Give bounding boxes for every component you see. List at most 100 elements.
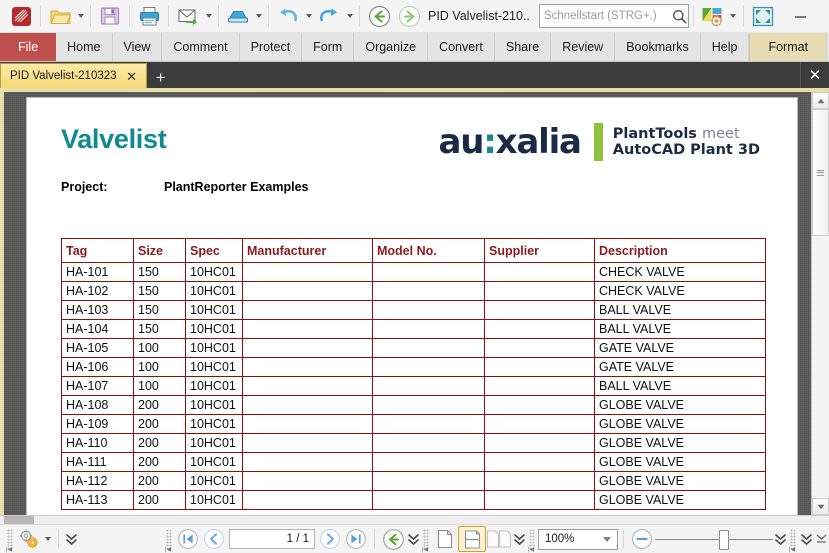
cell-supplier [484,319,595,339]
new-tab-button[interactable]: + [150,66,172,88]
scroll-down-button[interactable] [812,498,829,515]
status-bar: 1 / 1 [0,524,829,553]
single-page-view-button[interactable] [432,526,458,552]
next-page-button[interactable] [317,526,343,552]
search-icon[interactable] [670,9,688,24]
viewmode-drag-handle[interactable] [422,529,429,553]
back-view-button[interactable] [380,526,406,552]
toolbar-separator [129,5,130,27]
toolbar-separator [742,5,744,27]
cell-tag: HA-113 [61,490,134,510]
project-row: Project: PlantReporter Examples [61,180,764,194]
cell-manufacturer [242,490,373,510]
scroll-up-button[interactable] [812,92,829,109]
table-row: HA-113 200 10HC01 GLOBE VALVE [61,490,766,510]
ribbon-tab-file[interactable]: File [0,33,57,61]
logo-tagline: PlantTools meet AutoCAD Plant 3D [613,126,760,158]
back-button[interactable] [364,2,394,30]
app-settings-dropdown[interactable] [728,2,739,30]
cell-spec: 10HC01 [185,433,243,453]
forward-button[interactable] [394,2,424,30]
redo-button[interactable] [314,2,344,30]
print-button[interactable] [134,2,164,30]
cell-model-no [372,319,485,339]
zoom-drag-handle[interactable] [528,529,535,553]
statusbar-end-drag-handle[interactable] [789,529,796,553]
horizontal-scrollbar-thumb[interactable] [4,516,34,524]
zoom-dropdown-caret-icon[interactable] [603,537,611,542]
ribbon-tab-review[interactable]: Review [551,33,616,61]
column-header-spec: Spec [185,238,243,263]
scrollbar-thumb[interactable] [812,109,829,236]
email-button[interactable] [173,2,203,30]
facing-pages-view-button[interactable] [486,526,512,552]
undo-button[interactable] [273,2,303,30]
view-history-expand-icon[interactable] [406,532,420,546]
cell-spec: 10HC01 [185,452,243,472]
open-file-button[interactable] [45,2,75,30]
fullscreen-button[interactable] [748,2,778,30]
cell-supplier [484,281,595,301]
table-row: HA-107 100 10HC01 BALL VALVE [61,376,766,396]
zoom-out-button[interactable] [629,526,655,552]
viewmode-expand-icon[interactable] [512,532,526,546]
first-page-button[interactable] [175,526,201,552]
zoom-slider-track[interactable] [655,529,773,550]
table-row: HA-109 200 10HC01 GLOBE VALVE [61,414,766,434]
ribbon-tab-share[interactable]: Share [495,33,552,61]
scan-button[interactable] [223,2,253,30]
tagline-autocad: AutoCAD Plant 3D [612,142,760,158]
viewer-canvas[interactable]: Valvelist au:xalia PlantTools meet AutoC… [4,92,811,515]
zoom-slider[interactable] [655,529,773,550]
document-tab[interactable]: PID Valvelist-210323 ✕ [0,63,147,88]
scrollbar-track[interactable] [812,109,829,498]
document-tab-close-icon[interactable]: ✕ [124,68,140,84]
cell-manufacturer [242,300,373,320]
ribbon-tab-help[interactable]: Help [701,33,750,61]
pager-drag-handle[interactable] [165,529,172,553]
ribbon-tab-organize[interactable]: Organize [354,33,429,61]
app-settings-button[interactable] [698,2,728,30]
search-input[interactable] [539,10,671,22]
ribbon-tab-bookmarks[interactable]: Bookmarks [615,33,701,61]
ribbon-tab-protect[interactable]: Protect [240,33,303,61]
save-button[interactable] [95,2,125,30]
table-row: HA-106 100 10HC01 GATE VALVE [61,357,766,377]
ribbon-tab-view[interactable]: View [113,33,163,61]
zoom-level-select[interactable]: 100% [538,528,618,550]
email-dropdown[interactable] [203,2,214,30]
minimize-button[interactable] [778,1,823,32]
zoom-expand-icon[interactable] [773,532,787,546]
continuous-page-view-button[interactable] [458,526,486,552]
statusbar-separator [623,529,624,549]
redo-dropdown[interactable] [344,2,355,30]
vertical-scrollbar[interactable] [811,92,829,515]
zoom-slider-handle[interactable] [719,529,729,550]
toolbar-drag-handle[interactable] [6,529,13,553]
cell-manufacturer [242,319,373,339]
statusbar-expand-icon[interactable] [64,532,78,546]
tools-settings-dropdown[interactable] [42,525,53,553]
resize-corner-icon[interactable] [815,533,827,545]
page-number-field[interactable]: 1 / 1 [229,529,315,549]
ribbon-tab-format[interactable]: Format [749,33,828,61]
maximize-button[interactable] [823,1,829,32]
open-file-dropdown[interactable] [75,2,86,30]
close-document-button[interactable]: ✕ [800,62,829,88]
quick-search-box[interactable] [538,4,689,28]
cell-size: 200 [133,471,186,491]
statusbar-overflow-icon[interactable] [799,532,813,546]
tools-settings-button[interactable] [16,526,42,552]
scan-dropdown[interactable] [253,2,264,30]
last-page-button[interactable] [343,526,369,552]
ribbon-tab-comment[interactable]: Comment [162,33,240,61]
ribbon-tab-convert[interactable]: Convert [428,33,495,61]
undo-dropdown[interactable] [303,2,314,30]
previous-page-button[interactable] [201,526,227,552]
horizontal-scrollbar[interactable] [0,515,829,524]
document-header: Valvelist au:xalia PlantTools meet AutoC… [59,120,764,161]
ribbon-tab-home[interactable]: Home [56,33,113,61]
toolbar-separator [168,5,169,27]
ribbon-tab-form[interactable]: Form [302,33,355,61]
column-header-description: Description [594,238,766,263]
